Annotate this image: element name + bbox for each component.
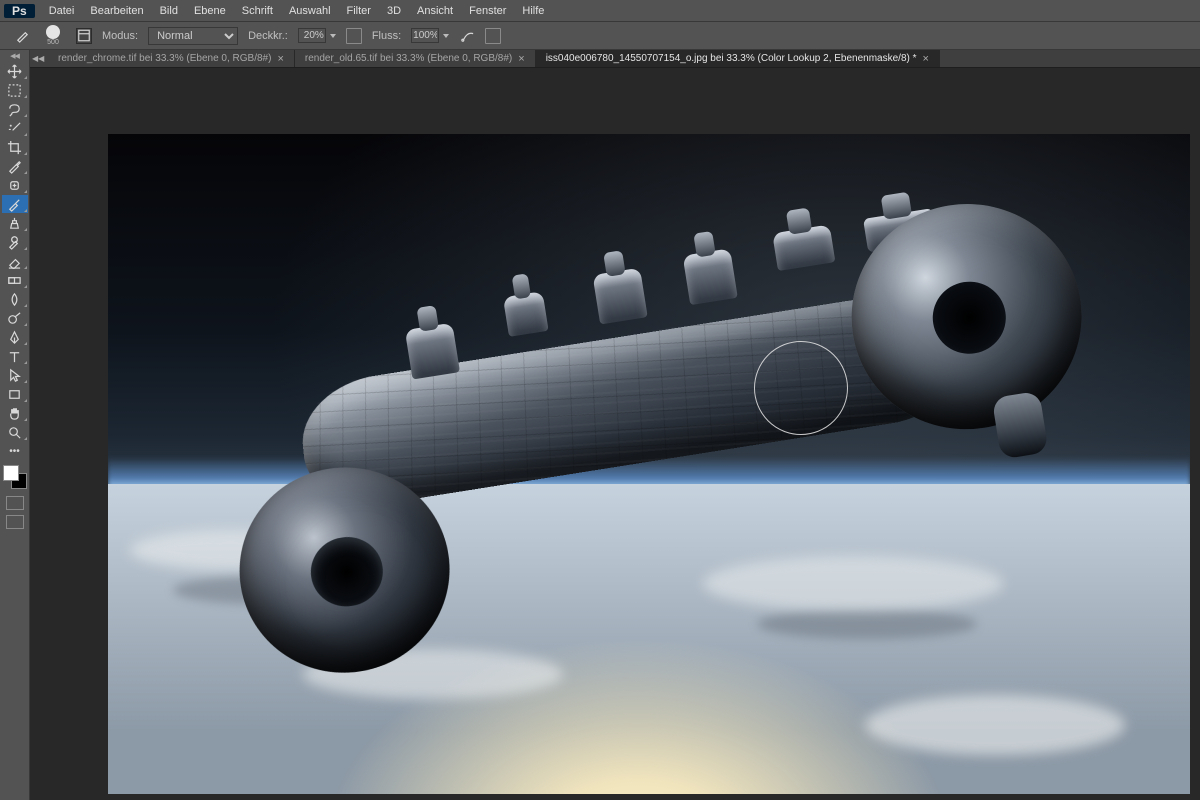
options-bar: 500 Modus: Normal Deckkr.: Fluss: [0, 22, 1200, 50]
chevron-down-icon[interactable] [443, 34, 449, 38]
screen-mode-toggle[interactable] [6, 515, 24, 529]
hand-tool[interactable] [2, 404, 28, 422]
tab-label: iss040e006780_14550707154_o.jpg bei 33.3… [546, 53, 917, 64]
document-tab[interactable]: render_old.65.tif bei 33.3% (Ebene 0, RG… [295, 50, 536, 67]
blend-mode-select[interactable]: Normal [148, 27, 238, 45]
more-tools-icon[interactable]: ••• [2, 442, 28, 460]
menu-bar: Ps Datei Bearbeiten Bild Ebene Schrift A… [0, 0, 1200, 22]
blur-tool[interactable] [2, 290, 28, 308]
tool-preset-icon[interactable] [14, 28, 30, 44]
opacity-label: Deckkr.: [248, 30, 288, 42]
brush-preset-picker[interactable]: 500 [40, 25, 66, 47]
airbrush-icon[interactable] [459, 28, 475, 44]
close-icon[interactable]: × [923, 53, 929, 65]
pen-tool[interactable] [2, 328, 28, 346]
crop-tool[interactable] [2, 138, 28, 156]
lasso-tool[interactable] [2, 100, 28, 118]
marquee-tool[interactable] [2, 81, 28, 99]
brush-cursor [754, 341, 848, 435]
history-brush-tool[interactable] [2, 233, 28, 251]
magic-wand-tool[interactable] [2, 119, 28, 137]
menu-file[interactable]: Datei [41, 5, 83, 17]
menu-window[interactable]: Fenster [461, 5, 514, 17]
eraser-tool[interactable] [2, 252, 28, 270]
chevron-down-icon[interactable] [330, 34, 336, 38]
menu-image[interactable]: Bild [152, 5, 186, 17]
menu-filter[interactable]: Filter [339, 5, 379, 17]
menu-layer[interactable]: Ebene [186, 5, 234, 17]
gradient-tool[interactable] [2, 271, 28, 289]
healing-brush-tool[interactable] [2, 176, 28, 194]
menu-view[interactable]: Ansicht [409, 5, 461, 17]
collapse-toolbar-icon[interactable]: ◀◀ [10, 52, 19, 60]
pressure-opacity-icon[interactable] [346, 28, 362, 44]
menu-help[interactable]: Hilfe [514, 5, 552, 17]
document-tab[interactable]: iss040e006780_14550707154_o.jpg bei 33.3… [536, 50, 940, 67]
canvas-area[interactable] [30, 68, 1200, 800]
document-tabs: ◀◀ render_chrome.tif bei 33.3% (Ebene 0,… [30, 50, 1200, 68]
move-tool[interactable] [2, 62, 28, 80]
menu-edit[interactable]: Bearbeiten [82, 5, 151, 17]
pressure-size-icon[interactable] [485, 28, 501, 44]
document-canvas[interactable] [108, 134, 1190, 794]
menu-type[interactable]: Schrift [234, 5, 281, 17]
quick-mask-toggle[interactable] [6, 496, 24, 510]
brush-tool[interactable] [2, 195, 28, 213]
tab-label: render_chrome.tif bei 33.3% (Ebene 0, RG… [58, 53, 271, 64]
dodge-tool[interactable] [2, 309, 28, 327]
type-tool[interactable] [2, 347, 28, 365]
brush-size-label: 500 [47, 39, 59, 46]
menu-select[interactable]: Auswahl [281, 5, 339, 17]
path-selection-tool[interactable] [2, 366, 28, 384]
eyedropper-tool[interactable] [2, 157, 28, 175]
flow-input[interactable] [411, 28, 439, 43]
foreground-background-colors[interactable] [3, 465, 27, 489]
zoom-tool[interactable] [2, 423, 28, 441]
tabstrip-collapse-icon[interactable]: ◀◀ [32, 54, 44, 63]
blend-mode-label: Modus: [102, 30, 138, 42]
brush-panel-toggle-icon[interactable] [76, 28, 92, 44]
flow-label: Fluss: [372, 30, 401, 42]
document-tab[interactable]: render_chrome.tif bei 33.3% (Ebene 0, RG… [48, 50, 295, 67]
menu-3d[interactable]: 3D [379, 5, 409, 17]
tools-panel: ◀◀ ••• [0, 50, 30, 800]
tab-label: render_old.65.tif bei 33.3% (Ebene 0, RG… [305, 53, 512, 64]
opacity-input[interactable] [298, 28, 326, 43]
app-logo: Ps [4, 4, 35, 18]
close-icon[interactable]: × [277, 53, 283, 65]
close-icon[interactable]: × [518, 53, 524, 65]
clone-stamp-tool[interactable] [2, 214, 28, 232]
rectangle-tool[interactable] [2, 385, 28, 403]
